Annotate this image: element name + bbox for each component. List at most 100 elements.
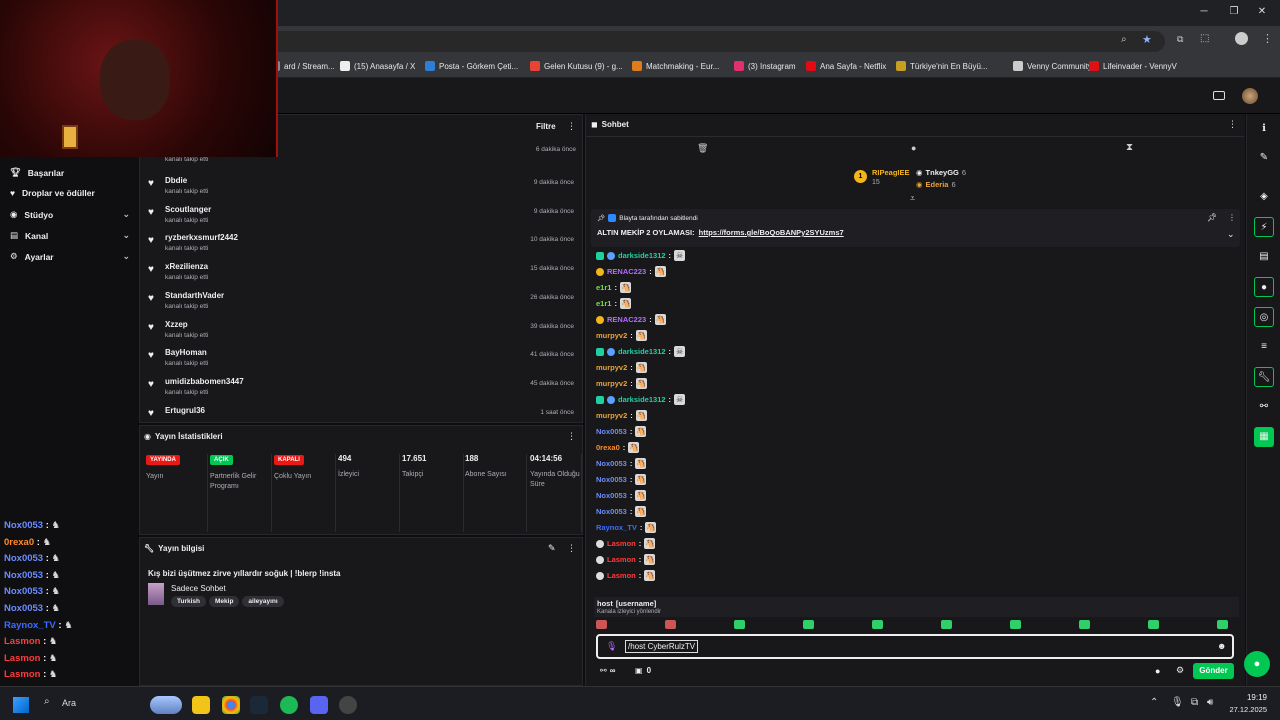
command-suggestion[interactable]: host [username] Kanala izleyici yönlendir: [594, 597, 1239, 617]
chat-icon[interactable]: ●: [1254, 277, 1274, 297]
emote-icon[interactable]: 🐴: [635, 362, 647, 373]
emote-icon[interactable]: 🐴: [635, 410, 647, 421]
omnibox[interactable]: [270, 31, 1165, 52]
emote-icon[interactable]: 🐴: [644, 538, 656, 549]
explorer-icon[interactable]: [192, 696, 210, 714]
profile-icon[interactable]: [1235, 32, 1248, 45]
nav-item-achievements[interactable]: 🏆︎ Başarılar: [10, 167, 130, 178]
steam-icon[interactable]: [250, 696, 268, 714]
chat-username[interactable]: Nox0053: [596, 507, 627, 516]
tag[interactable]: Mekip: [209, 596, 240, 607]
emote-icon[interactable]: 🐴: [619, 282, 631, 293]
menu-icon[interactable]: ⋮: [1262, 32, 1273, 45]
zoom-icon[interactable]: ⌕: [1121, 34, 1127, 45]
emote-icon[interactable]: ☠: [674, 250, 686, 261]
leader-name[interactable]: TnkeyGG: [926, 168, 959, 177]
bookmark-item[interactable]: Ana Sayfa - Netflix: [806, 61, 886, 71]
emote-icon[interactable]: 🐴: [644, 570, 656, 581]
emote-icon[interactable]: [1010, 620, 1021, 629]
more-icon[interactable]: ⋮: [1228, 119, 1237, 130]
more-icon[interactable]: ⋮: [1228, 213, 1236, 222]
chat-icon[interactable]: ●: [911, 143, 916, 153]
more-icon[interactable]: ⋮: [567, 431, 576, 442]
mic-icon[interactable]: 🎙︎: [1171, 697, 1184, 708]
emoji-icon[interactable]: ☻: [1217, 641, 1226, 651]
follow-row[interactable]: ♥ ryzberkxsmurf2442 kanalı takip etti 10 da…: [140, 229, 580, 258]
leader-name[interactable]: Ederia: [926, 180, 949, 189]
hourglass-icon[interactable]: ⧗: [1126, 142, 1133, 153]
emote-icon[interactable]: 🐴: [635, 426, 647, 437]
follow-row[interactable]: ♥ BayHoman kanalı takip etti 41 dakika önce: [140, 344, 580, 373]
avatar[interactable]: [1242, 88, 1258, 104]
emote-icon[interactable]: ☠: [674, 346, 686, 357]
chat-username[interactable]: 0rexa0: [596, 443, 620, 452]
emote-icon[interactable]: 🐴: [635, 330, 647, 341]
emote-icon[interactable]: 🐴: [654, 266, 666, 277]
tag[interactable]: aileyayını: [242, 596, 284, 607]
pin-icon[interactable]: 📌︎: [1207, 213, 1217, 222]
chat-username[interactable]: Lasmon: [607, 571, 636, 580]
volume-icon[interactable]: 🔊︎: [1207, 697, 1213, 708]
clock-time[interactable]: 19:19: [1235, 693, 1267, 702]
bookmark-item[interactable]: Venny Community: [1013, 61, 1092, 71]
follow-row[interactable]: ♥ Scoutlanger kanalı takip etti 9 dakika ön…: [140, 201, 580, 230]
bookmark-item[interactable]: (3) Instagram: [734, 61, 796, 71]
edit-icon[interactable]: ✎: [548, 543, 556, 554]
grid-icon[interactable]: ▦: [1254, 427, 1274, 447]
chat-fab-icon[interactable]: ●: [1244, 651, 1270, 677]
emote-icon[interactable]: [872, 620, 883, 629]
more-icon[interactable]: ⋮: [567, 121, 576, 132]
chrome-icon[interactable]: [222, 696, 240, 714]
maximize-icon[interactable]: ❐: [1226, 6, 1242, 20]
leader-name[interactable]: RIPeagIEE: [872, 168, 910, 177]
emote-icon[interactable]: [1148, 620, 1159, 629]
emote-icon[interactable]: [665, 620, 676, 629]
chat-username[interactable]: darkside1312: [618, 347, 666, 356]
send-button[interactable]: Gönder: [1193, 663, 1234, 679]
follow-row[interactable]: ♥ Dbdie kanalı takip etti 9 dakika önce: [140, 172, 580, 201]
wrench-icon[interactable]: 🔧︎: [1254, 367, 1274, 387]
emote-icon[interactable]: 🐴: [644, 554, 656, 565]
points-icon[interactable]: ▣: [635, 666, 643, 675]
clock-date[interactable]: 27.12.2025: [1222, 705, 1267, 714]
emote-icon[interactable]: [803, 620, 814, 629]
bookmark-item[interactable]: ard / Stream...: [270, 61, 335, 71]
pinned-link[interactable]: https://forms.gle/BoQoBANPy2SYUzms7: [699, 228, 844, 237]
follow-row[interactable]: ♥ Xzzep kanalı takip etti 39 dakika önce: [140, 316, 580, 345]
chat-input-box[interactable]: 🎙︎ /host CyberRulzTV ☻: [596, 634, 1234, 659]
emote-icon[interactable]: 🐴: [654, 314, 666, 325]
chat-username[interactable]: e1r1: [596, 299, 611, 308]
channel-points-icon[interactable]: ⚯: [600, 666, 607, 675]
search-icon[interactable]: ⌕: [44, 696, 50, 707]
chat-username[interactable]: RENAC223: [607, 315, 646, 324]
bookmark-item[interactable]: Lifeinvader - VennyV: [1089, 61, 1177, 71]
bolt-icon[interactable]: ⚡︎: [1254, 217, 1274, 237]
emote-icon[interactable]: 🐴: [619, 298, 631, 309]
mic-icon[interactable]: 🎙︎: [606, 641, 617, 652]
nav-item-studio[interactable]: ◉ Stüdyo ⌄: [10, 209, 130, 220]
minimize-icon[interactable]: ─: [1196, 6, 1212, 20]
extension-icon[interactable]: ⧉: [1177, 34, 1183, 45]
close-icon[interactable]: ✕: [1254, 6, 1270, 20]
chat-username[interactable]: murpyv2: [596, 363, 627, 372]
chat-username[interactable]: murpyv2: [596, 331, 627, 340]
tag[interactable]: Turkish: [171, 596, 206, 607]
chat-username[interactable]: Lasmon: [607, 555, 636, 564]
gear-icon[interactable]: ⚙: [1176, 665, 1184, 676]
nav-item-channel[interactable]: ▤ Kanal ⌄: [10, 230, 130, 241]
bookmark-item[interactable]: (15) Anasayfa / X: [340, 61, 415, 71]
chat-username[interactable]: Lasmon: [607, 539, 636, 548]
chat-username[interactable]: Nox0053: [596, 459, 627, 468]
chat-username[interactable]: murpyv2: [596, 411, 627, 420]
app-icon[interactable]: [339, 696, 357, 714]
chat-username[interactable]: RENAC223: [607, 267, 646, 276]
chevron-down-icon[interactable]: ⌄: [1227, 229, 1235, 240]
category-name[interactable]: Sadece Sohbet: [171, 584, 226, 593]
chat-username[interactable]: Raynox_TV: [596, 523, 637, 532]
nav-item-settings[interactable]: ⚙ Ayarlar ⌄: [10, 251, 130, 262]
emote-icon[interactable]: [941, 620, 952, 629]
broadcast-icon[interactable]: ◎: [1254, 307, 1274, 327]
follow-row[interactable]: ♥ umidizbabomen3447 kanalı takip etti 45 da…: [140, 373, 580, 402]
emote-icon[interactable]: [596, 620, 607, 629]
network-icon[interactable]: ⧉: [1191, 697, 1198, 708]
